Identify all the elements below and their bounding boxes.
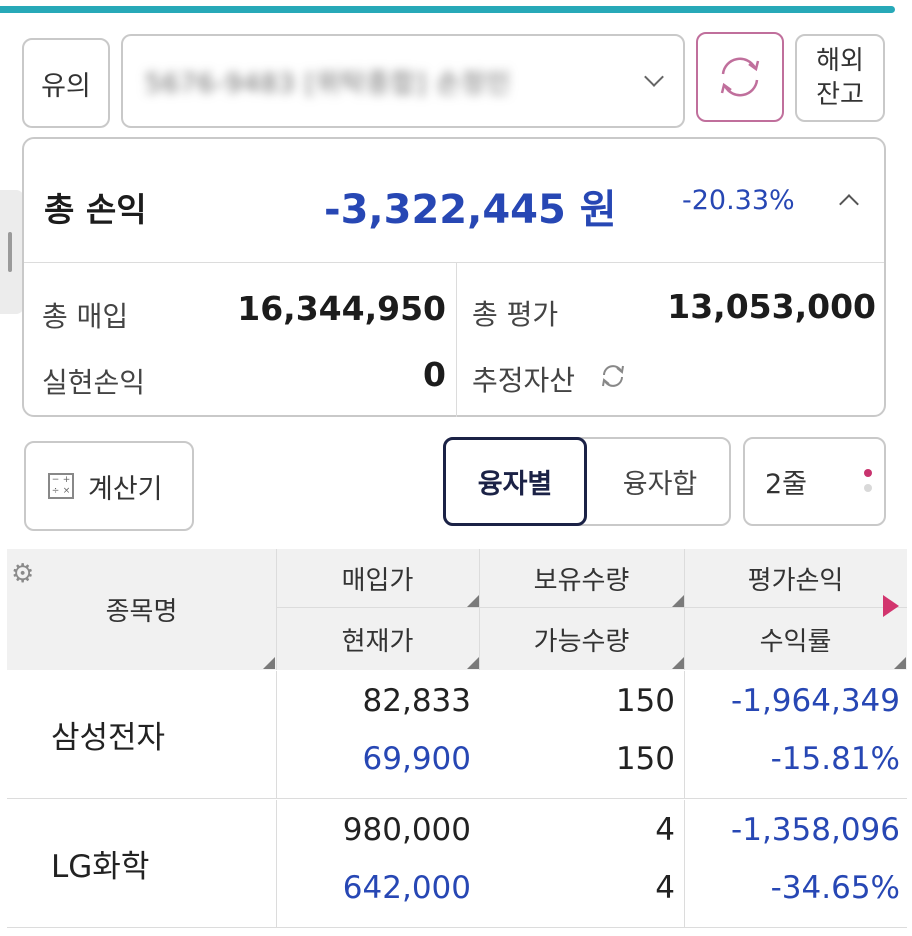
total-buy-value: 16,344,950 bbox=[237, 289, 446, 328]
header-current-price: 현재가 bbox=[341, 626, 414, 657]
refresh-small-icon[interactable] bbox=[598, 361, 628, 391]
top-accent-bar bbox=[0, 0, 912, 16]
holding-qty: 150 bbox=[615, 683, 675, 719]
refresh-icon bbox=[720, 57, 760, 97]
calculator-icon: − + ÷ × bbox=[48, 473, 74, 499]
next-columns-arrow-icon[interactable] bbox=[883, 595, 899, 617]
account-number: 5676-9483 [위탁종합] 손정인 bbox=[145, 68, 511, 99]
total-eval-label: 총 평가 bbox=[472, 298, 559, 331]
buy-price: 82,833 bbox=[362, 683, 471, 719]
row-layout-button[interactable]: 2줄 bbox=[743, 437, 886, 526]
header-holding-qty: 보유수량 bbox=[533, 565, 630, 596]
overseas-balance-button[interactable]: 해외 잔고 bbox=[795, 34, 885, 122]
summary-header[interactable]: 총 손익 -3,322,445 원 -20.33% bbox=[24, 139, 884, 263]
table-header: ⚙ 종목명 매입가 보유수량 평가손익 현재가 가능수량 수익률 bbox=[7, 549, 907, 670]
buy-price: 980,000 bbox=[342, 812, 471, 848]
segment-loan-total[interactable]: 융자합 bbox=[589, 439, 731, 524]
return-rate: -15.81% bbox=[770, 741, 900, 777]
more-options-icon bbox=[864, 469, 872, 492]
refresh-button[interactable] bbox=[696, 32, 784, 122]
chevron-up-icon[interactable] bbox=[839, 194, 859, 214]
estimated-assets-label: 추정자산 bbox=[472, 364, 576, 397]
total-buy-label: 총 매입 bbox=[42, 300, 129, 333]
eval-pl: -1,964,349 bbox=[731, 683, 900, 719]
row-layout-label: 2줄 bbox=[765, 469, 808, 500]
total-pl-rate: -20.33% bbox=[682, 185, 795, 216]
available-qty: 150 bbox=[615, 741, 675, 777]
chevron-down-icon bbox=[644, 67, 664, 87]
sort-corner-icon bbox=[467, 595, 479, 607]
stock-name: LG화학 bbox=[51, 849, 150, 885]
calculator-button[interactable]: − + ÷ × 계산기 bbox=[24, 441, 194, 531]
sort-corner-icon bbox=[894, 657, 906, 669]
table-row[interactable]: LG화학 980,000 642,000 4 4 -1,358,096 -34.… bbox=[7, 800, 907, 928]
side-drawer-handle[interactable] bbox=[0, 190, 24, 314]
stock-name: 삼성전자 bbox=[51, 720, 166, 756]
table-row[interactable]: 삼성전자 82,833 69,900 150 150 -1,964,349 -1… bbox=[7, 671, 907, 799]
account-select[interactable]: 5676-9483 [위탁종합] 손정인 bbox=[121, 34, 685, 128]
header-available-qty: 가능수량 bbox=[533, 626, 630, 657]
realized-pl-value: 0 bbox=[423, 355, 446, 394]
sort-corner-icon bbox=[672, 595, 684, 607]
current-price: 69,900 bbox=[362, 741, 471, 777]
sort-corner-icon bbox=[263, 657, 275, 669]
total-pl-title: 총 손익 bbox=[44, 190, 147, 229]
caution-stocks-button[interactable]: 유의 bbox=[22, 38, 110, 128]
current-price: 642,000 bbox=[342, 870, 471, 906]
sort-corner-icon bbox=[672, 657, 684, 669]
holding-qty: 4 bbox=[655, 812, 675, 848]
segment-by-loan[interactable]: 융자별 bbox=[443, 437, 587, 526]
available-qty: 4 bbox=[655, 870, 675, 906]
calculator-label: 계산기 bbox=[88, 473, 163, 505]
total-pl-value: -3,322,445 bbox=[324, 187, 566, 233]
profit-summary-card: 총 손익 -3,322,445 원 -20.33% 총 매입 16,344,95… bbox=[22, 137, 886, 417]
header-eval-pl: 평가손익 bbox=[747, 565, 844, 596]
total-pl-unit: 원 bbox=[579, 187, 617, 233]
header-buy-price: 매입가 bbox=[341, 565, 414, 596]
return-rate: -34.65% bbox=[770, 870, 900, 906]
total-pl-amount: -3,322,445 원 bbox=[324, 177, 617, 235]
header-return-rate: 수익률 bbox=[759, 626, 832, 657]
grip-icon bbox=[8, 232, 12, 272]
overseas-label-line1: 해외 bbox=[816, 46, 864, 76]
total-eval-value: 13,053,000 bbox=[667, 287, 876, 326]
overseas-label-line2: 잔고 bbox=[816, 80, 864, 110]
summary-divider bbox=[456, 263, 457, 417]
eval-pl: -1,358,096 bbox=[731, 812, 900, 848]
accent-line bbox=[0, 6, 895, 13]
realized-pl-label: 실현손익 bbox=[42, 366, 146, 399]
caution-label: 유의 bbox=[41, 70, 91, 102]
header-stock-name: 종목명 bbox=[105, 597, 178, 627]
sort-corner-icon bbox=[467, 657, 479, 669]
loan-view-toggle: 융자별 융자합 bbox=[443, 437, 731, 526]
